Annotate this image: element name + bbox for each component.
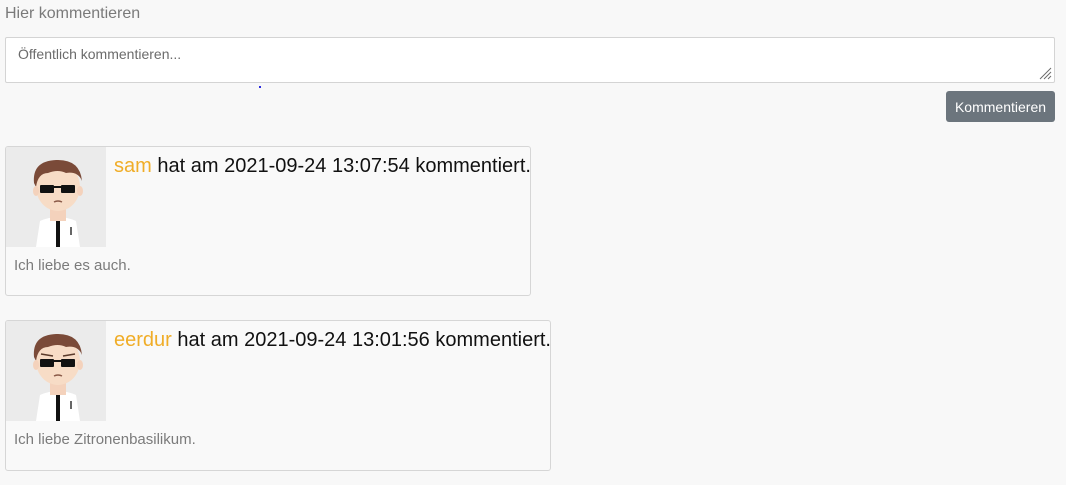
comment-body: Ich liebe es auch. (14, 257, 131, 274)
comment-card: eerdur hat am 2021-09-24 13:01:56 kommen… (5, 320, 551, 471)
comment-username[interactable]: sam (114, 155, 152, 177)
comment-timestamp: 2021-09-24 13:01:56 (244, 329, 430, 351)
comment-prefix: hat am (157, 155, 219, 177)
resize-grip-icon[interactable] (1038, 66, 1052, 80)
comment-timestamp: 2021-09-24 13:07:54 (224, 155, 410, 177)
comment-input[interactable] (5, 37, 1055, 83)
avatar-icon (6, 321, 106, 421)
comment-meta: eerdur hat am 2021-09-24 13:01:56 kommen… (114, 329, 551, 352)
submit-comment-button[interactable]: Kommentieren (946, 91, 1055, 122)
comment-card: sam hat am 2021-09-24 13:07:54 kommentie… (5, 146, 531, 296)
comment-suffix: kommentiert. (415, 155, 531, 177)
avatar-icon (6, 147, 106, 247)
comment-heading: Hier kommentieren (5, 5, 141, 22)
comment-username[interactable]: eerdur (114, 329, 172, 351)
comment-body: Ich liebe Zitronenbasilikum. (14, 431, 196, 448)
comment-prefix: hat am (177, 329, 239, 351)
comment-suffix: kommentiert. (435, 329, 551, 351)
comments-section: Hier kommentieren Kommentieren (0, 0, 1066, 485)
comment-meta: sam hat am 2021-09-24 13:07:54 kommentie… (114, 155, 531, 178)
cursor-dot (259, 86, 261, 88)
